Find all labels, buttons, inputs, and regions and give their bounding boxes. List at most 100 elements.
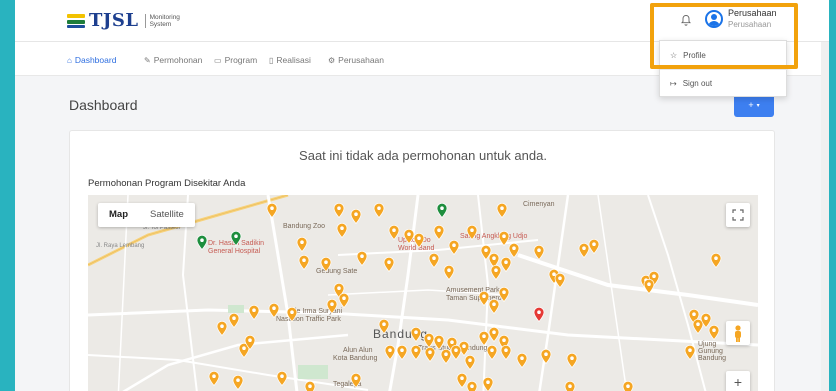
map-pin-icon[interactable]	[622, 381, 634, 391]
map-pin-icon[interactable]	[230, 231, 242, 246]
nav-perusahaan[interactable]: ⚙ Perusahaan	[328, 55, 384, 65]
document-icon: ▯	[269, 55, 274, 65]
map-pin-icon[interactable]	[486, 345, 498, 360]
map-pin-icon[interactable]	[248, 305, 260, 320]
home-icon: ⌂	[67, 55, 72, 65]
street-view-button[interactable]	[726, 321, 750, 345]
map-pin-icon[interactable]	[350, 373, 362, 388]
nav-realisasi-label: Realisasi	[276, 55, 311, 65]
logo-mark-icon	[67, 12, 85, 29]
map-pin-icon[interactable]	[464, 355, 476, 370]
zoom-in-button[interactable]: +	[726, 371, 750, 391]
label-amusement-1: Amusement Park	[446, 287, 500, 294]
map-pin-icon[interactable]	[196, 235, 208, 250]
map-pin-icon[interactable]	[710, 253, 722, 268]
map-pin-icon[interactable]	[500, 345, 512, 360]
nav-program[interactable]: ▭ Program	[214, 55, 257, 65]
map-pin-icon[interactable]	[338, 293, 350, 308]
map-pin-icon[interactable]	[413, 233, 425, 248]
chevron-down-icon: ▾	[756, 102, 760, 109]
map-pin-icon[interactable]	[708, 325, 720, 340]
map-pin-icon[interactable]	[396, 345, 408, 360]
map-pin-icon[interactable]	[643, 279, 655, 294]
map-pin-icon[interactable]	[232, 375, 244, 390]
map-pin-icon[interactable]	[448, 240, 460, 255]
map-pin-icon[interactable]	[268, 303, 280, 318]
map-pin-icon[interactable]	[356, 251, 368, 266]
map-pin-icon[interactable]	[383, 257, 395, 272]
nav-permohonan[interactable]: ✎ Permohonan	[144, 55, 202, 65]
map-pin-icon[interactable]	[286, 307, 298, 322]
brand-logo[interactable]: TJSL Monitoring System	[67, 10, 185, 31]
map-pin-icon[interactable]	[482, 377, 494, 391]
map-pin-icon[interactable]	[433, 225, 445, 240]
map-pin-icon[interactable]	[276, 371, 288, 386]
empty-notice: Saat ini tidak ada permohonan untuk anda…	[299, 148, 547, 163]
map-pin-icon[interactable]	[566, 353, 578, 368]
map-pin-icon[interactable]	[684, 345, 696, 360]
map-pin-icon[interactable]	[304, 381, 316, 391]
map[interactable]: Bandung Zoo Dr. Hasan Sadikin General Ho…	[88, 195, 758, 391]
map-pin-icon[interactable]	[500, 257, 512, 272]
map-pin-icon[interactable]	[384, 345, 396, 360]
nav-permohonan-label: Permohonan	[153, 55, 203, 65]
map-type-map[interactable]: Map	[98, 203, 139, 227]
map-pin-icon[interactable]	[333, 203, 345, 218]
fullscreen-icon	[732, 209, 744, 221]
map-pin-icon[interactable]	[216, 321, 228, 336]
map-pin-icon[interactable]	[378, 319, 390, 334]
map-pin-icon[interactable]	[450, 345, 462, 360]
pegman-icon	[735, 325, 741, 342]
map-pin-icon[interactable]	[336, 223, 348, 238]
map-pin-icon[interactable]	[466, 381, 478, 391]
map-pin-icon[interactable]	[428, 253, 440, 268]
map-type-toggle: Map Satellite	[98, 203, 195, 227]
map-type-satellite[interactable]: Satellite	[139, 203, 195, 227]
fullscreen-button[interactable]	[726, 203, 750, 227]
add-button-label: +	[748, 100, 754, 110]
map-pin-icon[interactable]	[410, 345, 422, 360]
map-pin-icon[interactable]	[298, 255, 310, 270]
map-pin-icon[interactable]	[533, 307, 545, 322]
map-pin-icon[interactable]	[373, 203, 385, 218]
nav-realisasi[interactable]: ▯ Realisasi	[269, 55, 311, 65]
highlight-frame	[650, 3, 798, 69]
map-pin-icon[interactable]	[540, 349, 552, 364]
map-pin-icon[interactable]	[320, 257, 332, 272]
scrollbar[interactable]	[821, 42, 829, 391]
map-pin-icon[interactable]	[424, 347, 436, 362]
map-pin-icon[interactable]	[554, 273, 566, 288]
map-pin-icon[interactable]	[388, 225, 400, 240]
map-pin-icon[interactable]	[443, 265, 455, 280]
map-pin-icon[interactable]	[410, 327, 422, 342]
map-pin-icon[interactable]	[516, 353, 528, 368]
map-pin-icon[interactable]	[508, 243, 520, 258]
signout-icon: ↦	[670, 79, 677, 88]
nav-program-label: Program	[224, 55, 258, 65]
label-gunung: Ujung Gunung Bandung	[698, 341, 727, 362]
map-pin-icon[interactable]	[588, 239, 600, 254]
section-title: Permohonan Program Disekitar Anda	[88, 178, 246, 189]
nav-perusahaan-label: Perusahaan	[338, 55, 385, 65]
map-pin-icon[interactable]	[350, 209, 362, 224]
label-alun-2: Kota Bandung	[333, 355, 378, 362]
label-hospital-2: General Hospital	[208, 248, 261, 255]
map-pin-icon[interactable]	[326, 299, 338, 314]
signout-menu-item[interactable]: ↦ Sign out	[670, 79, 712, 88]
map-pin-icon[interactable]	[296, 237, 308, 252]
label-cimenyan: Cimenyan	[523, 201, 555, 208]
map-pin-icon[interactable]	[208, 371, 220, 386]
nav-dashboard[interactable]: ⌂ Dashboard	[67, 55, 116, 65]
brand-name: TJSL	[89, 10, 139, 31]
map-pin-icon[interactable]	[496, 203, 508, 218]
map-pin-icon[interactable]	[498, 287, 510, 302]
gear-icon: ⚙	[328, 55, 336, 65]
map-pin-icon[interactable]	[564, 381, 576, 391]
map-pin-icon[interactable]	[266, 203, 278, 218]
map-pin-icon[interactable]	[228, 313, 240, 328]
label-alun-1: Alun Alun	[343, 347, 373, 354]
map-pin-icon[interactable]	[436, 203, 448, 218]
map-pin-icon[interactable]	[244, 335, 256, 350]
map-pin-icon[interactable]	[533, 245, 545, 260]
map-pin-icon[interactable]	[466, 225, 478, 240]
